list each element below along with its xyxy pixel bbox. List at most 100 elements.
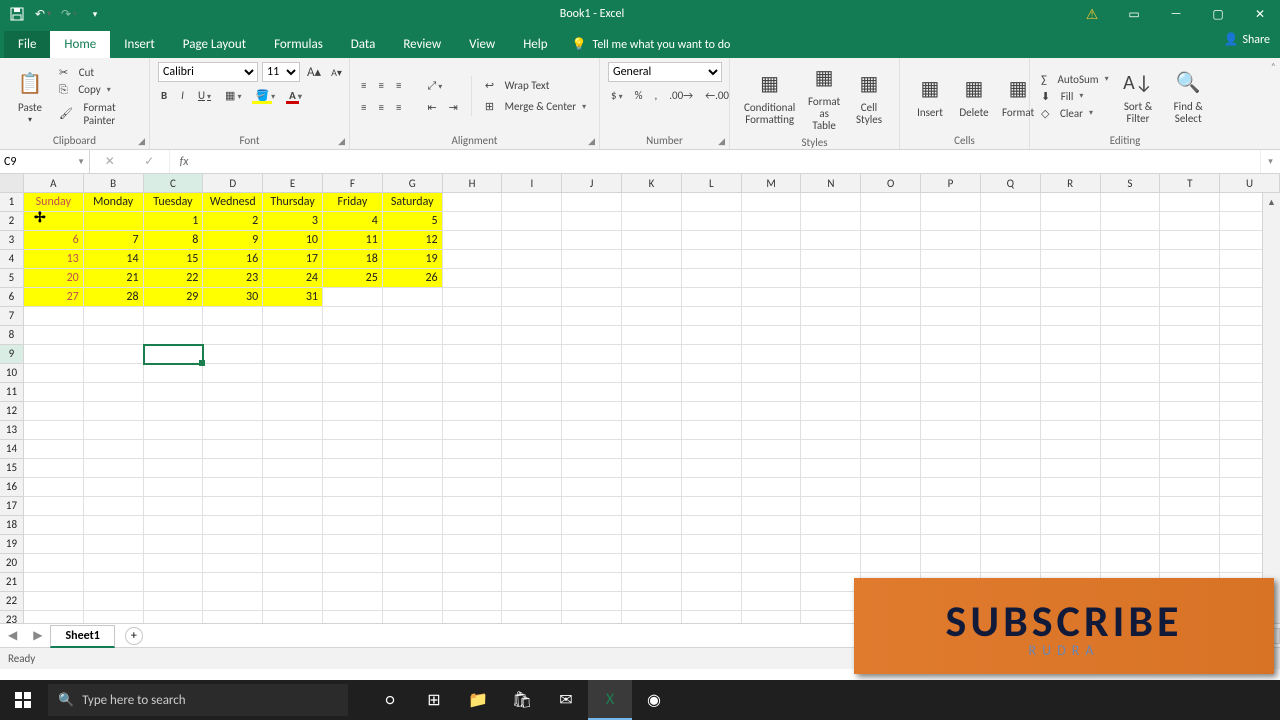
row-header-22[interactable]: 22: [0, 592, 24, 611]
cell-M7[interactable]: [742, 307, 802, 326]
merge-center-button[interactable]: ⊞ Merge & Center: [482, 99, 589, 114]
column-header-C[interactable]: C: [144, 174, 204, 192]
cell-J18[interactable]: [562, 516, 622, 535]
cell-H20[interactable]: [443, 554, 503, 573]
cell-O3[interactable]: [861, 231, 921, 250]
cell-T4[interactable]: [1160, 250, 1220, 269]
cell-I21[interactable]: [502, 573, 562, 592]
cell-J7[interactable]: [562, 307, 622, 326]
wrap-text-button[interactable]: ↩ Wrap Text: [482, 78, 589, 93]
cell-B17[interactable]: [84, 497, 144, 516]
maximize-icon[interactable]: ▢: [1198, 0, 1238, 28]
cell-J9[interactable]: [562, 345, 622, 364]
cell-E3[interactable]: 10: [263, 231, 323, 250]
cell-E18[interactable]: [263, 516, 323, 535]
cell-D15[interactable]: [203, 459, 263, 478]
mail-icon[interactable]: ✉: [544, 680, 588, 720]
cell-J15[interactable]: [562, 459, 622, 478]
cell-A19[interactable]: [24, 535, 84, 554]
cell-K21[interactable]: [622, 573, 682, 592]
cell-J10[interactable]: [562, 364, 622, 383]
cell-F15[interactable]: [323, 459, 383, 478]
cell-C14[interactable]: [144, 440, 204, 459]
format-painter-button[interactable]: 🖌 Format Painter: [56, 100, 141, 128]
cell-O9[interactable]: [861, 345, 921, 364]
cell-T6[interactable]: [1160, 288, 1220, 307]
cell-F9[interactable]: [323, 345, 383, 364]
cell-J4[interactable]: [562, 250, 622, 269]
tab-help[interactable]: Help: [509, 31, 561, 58]
cell-F17[interactable]: [323, 497, 383, 516]
cell-M10[interactable]: [742, 364, 802, 383]
insert-cells-button[interactable]: ▦Insert: [908, 73, 952, 119]
cell-J3[interactable]: [562, 231, 622, 250]
cell-F3[interactable]: 11: [323, 231, 383, 250]
cell-D16[interactable]: [203, 478, 263, 497]
cell-S19[interactable]: [1101, 535, 1161, 554]
cell-N16[interactable]: [801, 478, 861, 497]
cell-H10[interactable]: [443, 364, 503, 383]
delete-cells-button[interactable]: ▦Delete: [952, 73, 996, 119]
cell-O12[interactable]: [861, 402, 921, 421]
sheet-nav-prev-icon[interactable]: ◀: [0, 628, 25, 643]
cell-L7[interactable]: [682, 307, 742, 326]
cell-B21[interactable]: [84, 573, 144, 592]
align-left-icon[interactable]: ≡: [358, 100, 369, 115]
tab-insert[interactable]: Insert: [110, 31, 169, 58]
cell-L17[interactable]: [682, 497, 742, 516]
cell-F21[interactable]: [323, 573, 383, 592]
cell-A1[interactable]: Sunday: [24, 193, 84, 212]
cell-D11[interactable]: [203, 383, 263, 402]
cell-T20[interactable]: [1160, 554, 1220, 573]
row-header-16[interactable]: 16: [0, 478, 24, 497]
cell-I23[interactable]: [502, 611, 562, 623]
cell-M13[interactable]: [742, 421, 802, 440]
cell-L8[interactable]: [682, 326, 742, 345]
fill-button[interactable]: ⬇ Fill: [1038, 89, 1112, 104]
cell-I20[interactable]: [502, 554, 562, 573]
cell-R6[interactable]: [1041, 288, 1101, 307]
cell-H9[interactable]: [443, 345, 503, 364]
cell-N17[interactable]: [801, 497, 861, 516]
cell-N4[interactable]: [801, 250, 861, 269]
align-middle-icon[interactable]: ≡: [375, 78, 386, 93]
cell-T19[interactable]: [1160, 535, 1220, 554]
share-button[interactable]: 👤 Share: [1223, 32, 1270, 47]
cell-S7[interactable]: [1101, 307, 1161, 326]
cell-H12[interactable]: [443, 402, 503, 421]
cell-Q2[interactable]: [981, 212, 1041, 231]
cell-C16[interactable]: [144, 478, 204, 497]
sheet-tab-sheet1[interactable]: Sheet1: [50, 625, 114, 648]
align-right-icon[interactable]: ≡: [393, 100, 404, 115]
cell-H21[interactable]: [443, 573, 503, 592]
cell-S17[interactable]: [1101, 497, 1161, 516]
number-format-combo[interactable]: General: [608, 62, 722, 82]
cell-F20[interactable]: [323, 554, 383, 573]
align-top-icon[interactable]: ≡: [358, 78, 369, 93]
redo-icon[interactable]: ↷: [58, 3, 80, 25]
cell-D5[interactable]: 23: [203, 269, 263, 288]
cell-E22[interactable]: [263, 592, 323, 611]
cell-H4[interactable]: [443, 250, 503, 269]
cell-F19[interactable]: [323, 535, 383, 554]
row-header-13[interactable]: 13: [0, 421, 24, 440]
cell-Q9[interactable]: [981, 345, 1041, 364]
cell-G19[interactable]: [383, 535, 443, 554]
cell-M22[interactable]: [742, 592, 802, 611]
cell-C21[interactable]: [144, 573, 204, 592]
row-header-4[interactable]: 4: [0, 250, 24, 269]
enter-formula-icon[interactable]: ✓: [144, 154, 154, 169]
cell-A23[interactable]: [24, 611, 84, 623]
row-header-21[interactable]: 21: [0, 573, 24, 592]
cell-E12[interactable]: [263, 402, 323, 421]
cell-B16[interactable]: [84, 478, 144, 497]
alignment-dialog-icon[interactable]: ◢: [588, 136, 595, 147]
cell-H5[interactable]: [443, 269, 503, 288]
cell-H19[interactable]: [443, 535, 503, 554]
cell-D3[interactable]: 9: [203, 231, 263, 250]
align-bottom-icon[interactable]: ≡: [393, 78, 404, 93]
cell-K5[interactable]: [622, 269, 682, 288]
cell-T15[interactable]: [1160, 459, 1220, 478]
cell-F10[interactable]: [323, 364, 383, 383]
cell-J22[interactable]: [562, 592, 622, 611]
